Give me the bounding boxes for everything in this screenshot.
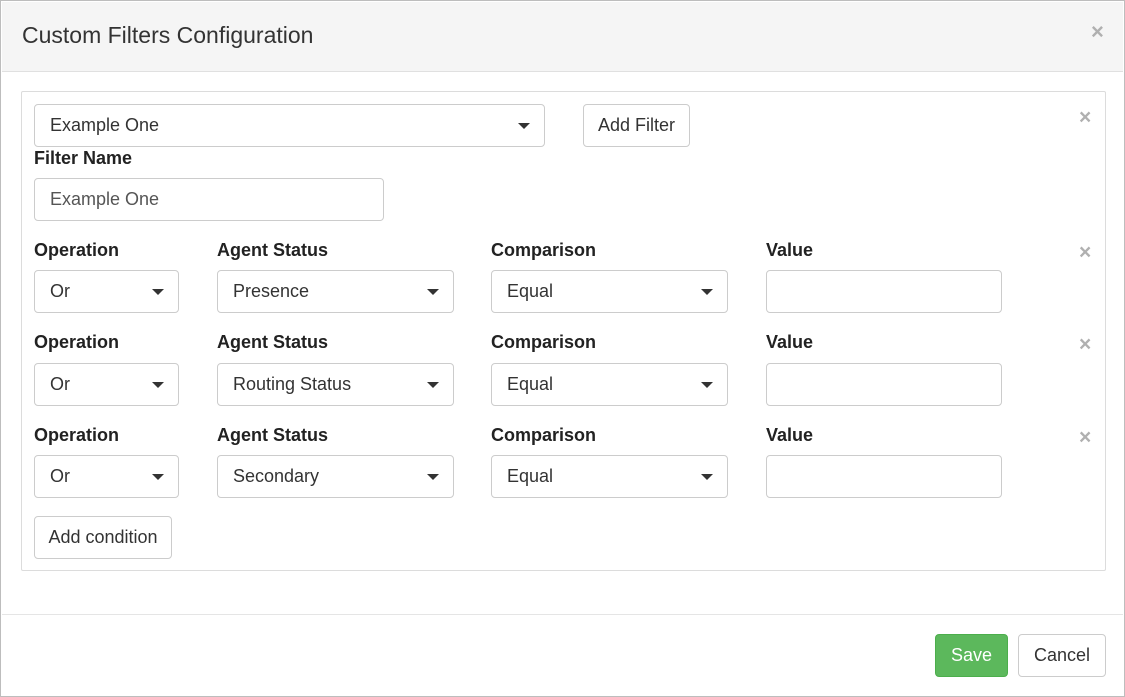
cancel-button[interactable]: Cancel <box>1018 634 1106 677</box>
operation-select[interactable]: Or <box>34 455 179 498</box>
filter-select-value: Example One <box>50 115 160 135</box>
agent-status-value: Presence <box>233 281 310 301</box>
modal-title: Custom Filters Configuration <box>22 22 314 48</box>
value-label: Value <box>766 240 814 260</box>
filter-name-label: Filter Name <box>34 148 133 168</box>
comparison-select[interactable]: Equal <box>491 270 728 313</box>
filter-name-input[interactable]: Example One <box>34 178 384 221</box>
agent-status-label: Agent Status <box>217 425 329 445</box>
comparison-select[interactable]: Equal <box>491 455 728 498</box>
chevron-down-icon <box>701 289 713 295</box>
operation-select[interactable]: Or <box>34 363 179 406</box>
chevron-down-icon <box>152 474 164 480</box>
remove-condition-icon[interactable]: × <box>1079 427 1091 448</box>
chevron-down-icon <box>518 123 530 129</box>
custom-filters-modal: Custom Filters Configuration × Example O… <box>0 0 1125 697</box>
operation-label: Operation <box>34 240 120 260</box>
chevron-down-icon <box>152 289 164 295</box>
comparison-label: Comparison <box>491 240 597 260</box>
comparison-value: Equal <box>507 466 554 486</box>
value-input[interactable] <box>766 363 1002 406</box>
operation-value: Or <box>50 281 70 301</box>
agent-status-label: Agent Status <box>217 240 329 260</box>
value-input[interactable] <box>766 455 1002 498</box>
chevron-down-icon <box>701 382 713 388</box>
filter-select[interactable]: Example One <box>34 104 545 147</box>
remove-condition-icon[interactable]: × <box>1079 242 1091 263</box>
agent-status-select[interactable]: Presence <box>217 270 454 313</box>
comparison-value: Equal <box>507 281 554 301</box>
operation-select[interactable]: Or <box>34 270 179 313</box>
agent-status-label: Agent Status <box>217 332 329 352</box>
comparison-select[interactable]: Equal <box>491 363 728 406</box>
agent-status-select[interactable]: Secondary <box>217 455 454 498</box>
value-label: Value <box>766 332 814 352</box>
comparison-value: Equal <box>507 374 554 394</box>
chevron-down-icon <box>427 382 439 388</box>
operation-label: Operation <box>34 425 120 445</box>
comparison-label: Comparison <box>491 332 597 352</box>
value-label: Value <box>766 425 814 445</box>
save-button[interactable]: Save <box>935 634 1008 677</box>
chevron-down-icon <box>152 382 164 388</box>
operation-value: Or <box>50 466 70 486</box>
filter-panel: Example One Add Filter × Filter Name Exa… <box>21 91 1106 571</box>
chevron-down-icon <box>427 474 439 480</box>
agent-status-select[interactable]: Routing Status <box>217 363 454 406</box>
operation-value: Or <box>50 374 70 394</box>
remove-filter-icon[interactable]: × <box>1079 107 1091 128</box>
modal-header: Custom Filters Configuration <box>2 2 1123 72</box>
add-filter-button[interactable]: Add Filter <box>583 104 690 147</box>
value-input[interactable] <box>766 270 1002 313</box>
add-condition-button[interactable]: Add condition <box>34 516 172 559</box>
operation-label: Operation <box>34 332 120 352</box>
chevron-down-icon <box>427 289 439 295</box>
agent-status-value: Routing Status <box>233 374 352 394</box>
agent-status-value: Secondary <box>233 466 320 486</box>
close-icon[interactable]: × <box>1091 21 1104 43</box>
remove-condition-icon[interactable]: × <box>1079 334 1091 355</box>
chevron-down-icon <box>701 474 713 480</box>
comparison-label: Comparison <box>491 425 597 445</box>
